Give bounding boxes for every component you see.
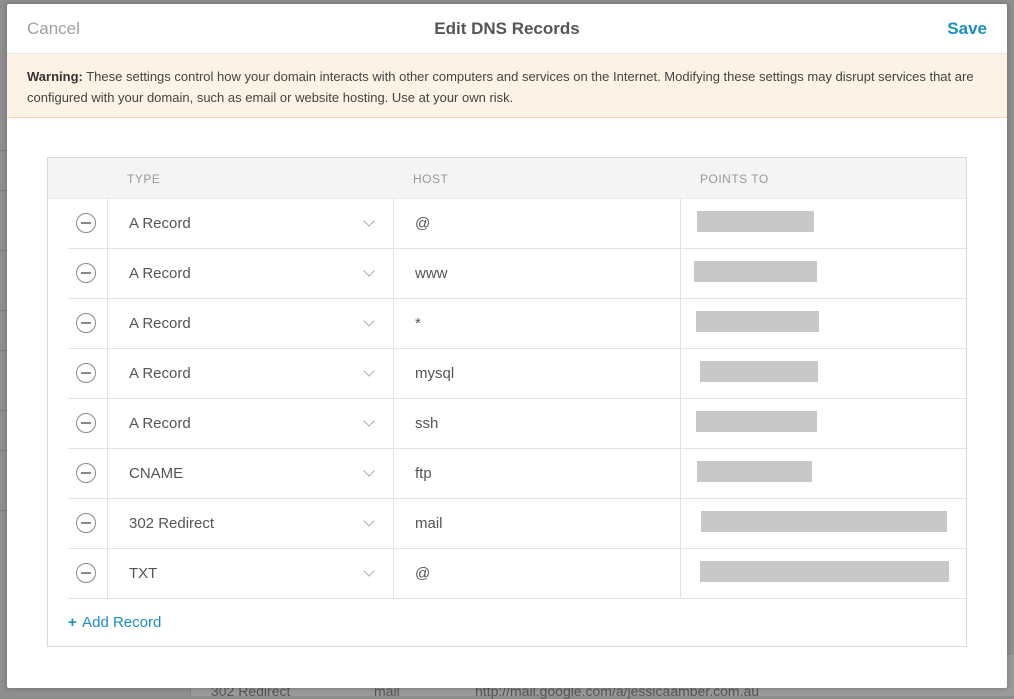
table-row: 302 Redirect mail — [48, 499, 966, 549]
table-row: A Record * — [48, 299, 966, 349]
table-header: TYPE HOST POINTS TO — [48, 158, 966, 199]
chevron-down-icon — [363, 215, 375, 227]
warning-text: These settings control how your domain i… — [27, 69, 974, 105]
chevron-down-icon — [363, 415, 375, 427]
modal-title: Edit DNS Records — [434, 19, 580, 38]
remove-record-icon[interactable] — [76, 313, 96, 333]
points-to-field[interactable] — [681, 299, 966, 349]
points-to-field[interactable] — [681, 549, 966, 599]
chevron-down-icon — [363, 515, 375, 527]
redacted-value — [696, 411, 817, 432]
record-type-select[interactable]: A Record — [108, 349, 394, 399]
table-row: A Record www — [48, 249, 966, 299]
points-to-field[interactable] — [681, 499, 966, 549]
remove-record-icon[interactable] — [76, 513, 96, 533]
host-field[interactable]: * — [394, 299, 681, 349]
host-value: mail — [415, 515, 443, 532]
remove-cell — [68, 199, 108, 249]
remove-record-icon[interactable] — [76, 263, 96, 283]
save-button[interactable]: Save — [947, 19, 987, 39]
add-record-button[interactable]: + Add Record — [68, 614, 161, 631]
plus-icon: + — [68, 614, 77, 631]
record-type-select[interactable]: 302 Redirect — [108, 499, 394, 549]
host-value: ssh — [415, 415, 439, 432]
chevron-down-icon — [363, 315, 375, 327]
host-value: mysql — [415, 365, 455, 382]
remove-cell — [68, 499, 108, 549]
host-value: ftp — [415, 465, 432, 482]
edit-dns-modal: Cancel Edit DNS Records Save Warning: Th… — [7, 4, 1007, 688]
remove-cell — [68, 249, 108, 299]
add-record-label: Add Record — [82, 614, 162, 631]
host-field[interactable]: ssh — [394, 399, 681, 449]
record-type-select[interactable]: A Record — [108, 249, 394, 299]
redacted-value — [697, 211, 814, 232]
warning-label: Warning: — [27, 69, 83, 84]
remove-cell — [68, 449, 108, 499]
host-value: @ — [415, 215, 431, 232]
host-field[interactable]: www — [394, 249, 681, 299]
header-host: HOST — [413, 172, 449, 186]
chevron-down-icon — [363, 265, 375, 277]
points-to-field[interactable] — [681, 349, 966, 399]
host-value: @ — [415, 565, 431, 582]
table-row: TXT @ — [48, 549, 966, 599]
chevron-down-icon — [363, 565, 375, 577]
remove-cell — [68, 399, 108, 449]
header-type: TYPE — [127, 172, 161, 186]
remove-record-icon[interactable] — [76, 363, 96, 383]
redacted-value — [700, 361, 818, 382]
host-field[interactable]: mysql — [394, 349, 681, 399]
record-type-value: CNAME — [129, 465, 184, 482]
record-type-select[interactable]: CNAME — [108, 449, 394, 499]
redacted-value — [700, 561, 949, 582]
record-type-value: TXT — [129, 565, 158, 582]
modal-header: Cancel Edit DNS Records Save — [7, 4, 1007, 54]
redacted-value — [694, 261, 817, 282]
table-row: A Record @ — [48, 199, 966, 249]
host-value: www — [415, 265, 448, 282]
record-type-value: A Record — [129, 315, 191, 332]
record-type-value: A Record — [129, 415, 191, 432]
points-to-field[interactable] — [681, 249, 966, 299]
table-row: A Record ssh — [48, 399, 966, 449]
record-type-value: 302 Redirect — [129, 515, 215, 532]
host-field[interactable]: @ — [394, 549, 681, 599]
record-type-select[interactable]: TXT — [108, 549, 394, 599]
redacted-value — [697, 461, 812, 482]
redacted-value — [696, 311, 819, 332]
table-row: A Record mysql — [48, 349, 966, 399]
host-field[interactable]: ftp — [394, 449, 681, 499]
remove-record-icon[interactable] — [76, 213, 96, 233]
chevron-down-icon — [363, 465, 375, 477]
host-field[interactable]: @ — [394, 199, 681, 249]
remove-cell — [68, 549, 108, 599]
host-value: * — [415, 315, 421, 332]
chevron-down-icon — [363, 365, 375, 377]
warning-banner: Warning: These settings control how your… — [7, 54, 1007, 118]
points-to-field[interactable] — [681, 449, 966, 499]
header-points-to: POINTS TO — [700, 172, 769, 186]
table-row: CNAME ftp — [48, 449, 966, 499]
points-to-field[interactable] — [681, 199, 966, 249]
remove-cell — [68, 299, 108, 349]
points-to-field[interactable] — [681, 399, 966, 449]
record-type-value: A Record — [129, 365, 191, 382]
remove-cell — [68, 349, 108, 399]
dns-records-table: TYPE HOST POINTS TO A Record @ A Record www… — [47, 157, 967, 647]
record-type-select[interactable]: A Record — [108, 399, 394, 449]
host-field[interactable]: mail — [394, 499, 681, 549]
record-type-value: A Record — [129, 215, 191, 232]
remove-record-icon[interactable] — [76, 563, 96, 583]
record-type-select[interactable]: A Record — [108, 299, 394, 349]
remove-record-icon[interactable] — [76, 413, 96, 433]
remove-record-icon[interactable] — [76, 463, 96, 483]
record-type-value: A Record — [129, 265, 191, 282]
redacted-value — [701, 511, 947, 532]
record-type-select[interactable]: A Record — [108, 199, 394, 249]
